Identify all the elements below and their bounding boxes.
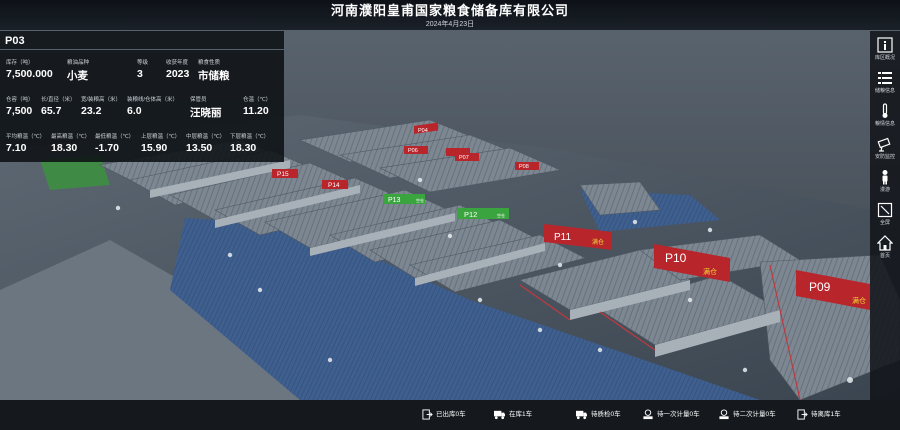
status-bar: 已出库0车 在库1车 待质检0车 待一次计量0车 待二次计量0车 待离库1车 [0, 400, 900, 430]
scene-label-p07: P07 [459, 155, 469, 161]
field-avg-temp: 平均粮温（℃） 7.10 [6, 134, 46, 154]
toolbar-roam-button[interactable]: 漫游 [870, 167, 900, 199]
svg-text:空仓: 空仓 [497, 212, 505, 218]
status-awaiting-second-weigh[interactable]: 待二次计量0车 [718, 409, 776, 421]
info-icon [877, 37, 893, 53]
page-date: 2024年4月23日 [425, 21, 475, 28]
camera-icon [877, 137, 891, 152]
field-middle-temp: 中层粮温（℃） 13.50 [186, 134, 226, 154]
scene-label-p09: P09 [809, 280, 831, 294]
field-grain-nature: 粮食性质 市储粮 [198, 60, 230, 82]
svg-text:空仓: 空仓 [416, 197, 424, 203]
header: 河南濮阳皇甫国家粮食储备库有限公司 2024年4月23日 [0, 0, 900, 30]
field-keeper: 保管员 汪晓丽 [190, 97, 222, 119]
field-upper-temp: 上层粮温（℃） 15.90 [141, 134, 181, 154]
scene-label-p06: P06 [408, 148, 418, 154]
scene-label-p14: P14 [328, 182, 340, 189]
scale-icon [643, 409, 653, 420]
field-stock: 库存（吨） 7,500.000 [6, 60, 53, 80]
thermometer-icon [882, 103, 888, 118]
svg-text:满仓: 满仓 [703, 267, 717, 276]
scene-label-p08: P08 [519, 164, 529, 170]
scene-label-p15: P15 [277, 171, 289, 178]
field-grade: 等级 3 [137, 60, 149, 80]
exit-icon [797, 409, 808, 420]
exit-icon [422, 409, 433, 420]
warehouse-info-panel: P03 库存（吨） 7,500.000 粮油品种 小麦 等级 3 收获年度 2023 粮… [0, 31, 284, 162]
status-awaiting-departure[interactable]: 待离库1车 [797, 409, 841, 421]
scene-label-p11: P11 [554, 232, 571, 243]
field-capacity: 仓容（吨） 7,500 [6, 97, 34, 117]
truck-check-icon [576, 410, 587, 420]
home-icon [877, 235, 893, 251]
field-min-temp: 最低粮温（℃） -1.70 [95, 134, 135, 154]
toolbar-grain-info-button[interactable]: 储粮信息 [870, 68, 900, 100]
status-exited[interactable]: 已出库0车 [422, 409, 466, 421]
right-toolbar: 库区概况 储粮信息 粮情信息 安防监控 漫游 全屏 首页 [870, 31, 900, 400]
toolbar-temperature-button[interactable]: 粮情信息 [870, 101, 900, 133]
scene-label-p12: P12 [464, 210, 477, 219]
toolbar-overview-button[interactable]: 库区概况 [870, 35, 900, 67]
panel-divider [0, 49, 284, 50]
status-awaiting-first-weigh[interactable]: 待一次计量0车 [642, 409, 700, 421]
field-length: 长/直径（米） 65.7 [41, 97, 76, 117]
warehouse-id: P03 [5, 35, 25, 47]
field-harvest-year: 收获年度 2023 [166, 60, 190, 80]
field-room-temp: 仓温（℃） 11.20 [243, 97, 272, 117]
field-max-temp: 最高粮温（℃） 18.30 [51, 134, 91, 154]
scene-label-p13: P13 [388, 197, 401, 204]
grain-list-icon [878, 72, 892, 84]
toolbar-security-button[interactable]: 安防监控 [870, 134, 900, 166]
truck-icon [494, 410, 505, 420]
person-icon [882, 170, 888, 185]
svg-text:满仓: 满仓 [852, 296, 866, 305]
page-title: 河南濮阳皇甫国家粮食储备库有限公司 [330, 3, 569, 18]
field-variety: 粮油品种 小麦 [67, 60, 90, 82]
field-lower-temp: 下层粮温（℃） 18.30 [230, 134, 270, 154]
field-grain-line: 装粮线/仓体高（米） 6.0 [127, 97, 179, 117]
toolbar-fullscreen-button[interactable]: 全屏 [870, 200, 900, 232]
svg-text:满仓: 满仓 [592, 238, 604, 246]
fullscreen-icon [877, 202, 893, 218]
toolbar-home-button[interactable]: 首页 [870, 233, 900, 265]
scene-label-p04: P04 [418, 128, 428, 134]
status-awaiting-inspection[interactable]: 待质检0车 [575, 409, 621, 421]
field-width: 宽/装粮高（米） 23.2 [81, 97, 122, 117]
status-in-depot[interactable]: 在库1车 [493, 409, 532, 421]
scale-icon [719, 409, 729, 420]
scene-label-p10: P10 [665, 251, 687, 265]
